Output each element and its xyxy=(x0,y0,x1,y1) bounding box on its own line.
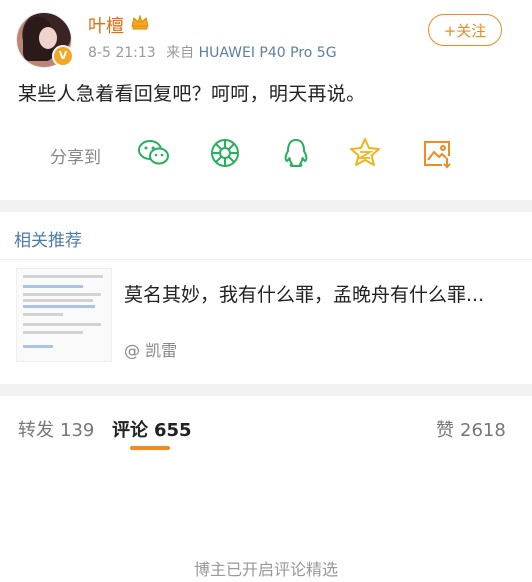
tab-comment-label: 评论 xyxy=(112,420,148,441)
qq-icon[interactable] xyxy=(279,136,313,170)
active-tab-indicator xyxy=(130,446,170,450)
divider xyxy=(0,259,532,260)
thumb-line xyxy=(23,293,101,296)
moments-icon[interactable] xyxy=(208,136,242,170)
related-title: 相关推荐 xyxy=(14,231,82,251)
tab-repost-count: 139 xyxy=(60,420,95,441)
save-image-icon[interactable] xyxy=(420,136,454,170)
tab-like[interactable]: 赞 2618 xyxy=(436,416,506,442)
crown-icon xyxy=(131,14,149,30)
thumb-line xyxy=(23,345,53,348)
tab-comment[interactable]: 评论 655 xyxy=(112,416,192,442)
related-item-author[interactable]: @ 凯雷 xyxy=(124,337,177,361)
section-gap xyxy=(0,384,532,396)
device-name[interactable]: HUAWEI P40 Pro 5G xyxy=(199,45,337,61)
tab-like-label: 赞 xyxy=(436,420,454,441)
thumb-line xyxy=(23,275,103,278)
thumb-line xyxy=(23,313,63,316)
share-label: 分享到 xyxy=(50,148,101,168)
verified-badge-icon: V xyxy=(52,45,74,67)
comment-selection-note: 博主已开启评论精选 xyxy=(193,560,338,579)
tab-like-count: 2618 xyxy=(460,420,506,441)
thumb-line xyxy=(23,285,83,288)
section-gap xyxy=(0,200,532,212)
source-prefix: 来自 xyxy=(166,45,195,61)
thumb-line xyxy=(23,305,95,308)
username[interactable]: 叶檀 xyxy=(88,12,124,38)
thumb-line xyxy=(23,331,83,334)
avatar-face xyxy=(39,27,57,49)
related-item-title[interactable]: 莫名其妙，我有什么罪，孟晚舟有什么罪... xyxy=(124,280,504,310)
thumb-line xyxy=(23,299,93,302)
tab-repost[interactable]: 转发 139 xyxy=(18,416,94,442)
follow-button[interactable]: +关注 xyxy=(428,14,502,46)
thumb-line xyxy=(23,323,101,326)
post-time: 8-5 21:13 xyxy=(88,45,156,61)
post-content: 某些人急着看回复吧？呵呵，明天再说。 xyxy=(18,83,366,105)
related-thumbnail[interactable] xyxy=(16,268,112,362)
qzone-icon[interactable] xyxy=(348,136,382,170)
wechat-icon[interactable] xyxy=(137,136,171,170)
tab-comment-count: 655 xyxy=(154,420,192,441)
tab-repost-label: 转发 xyxy=(18,420,54,441)
post-meta: 8-5 21:13 来自 HUAWEI P40 Pro 5G xyxy=(88,42,337,62)
